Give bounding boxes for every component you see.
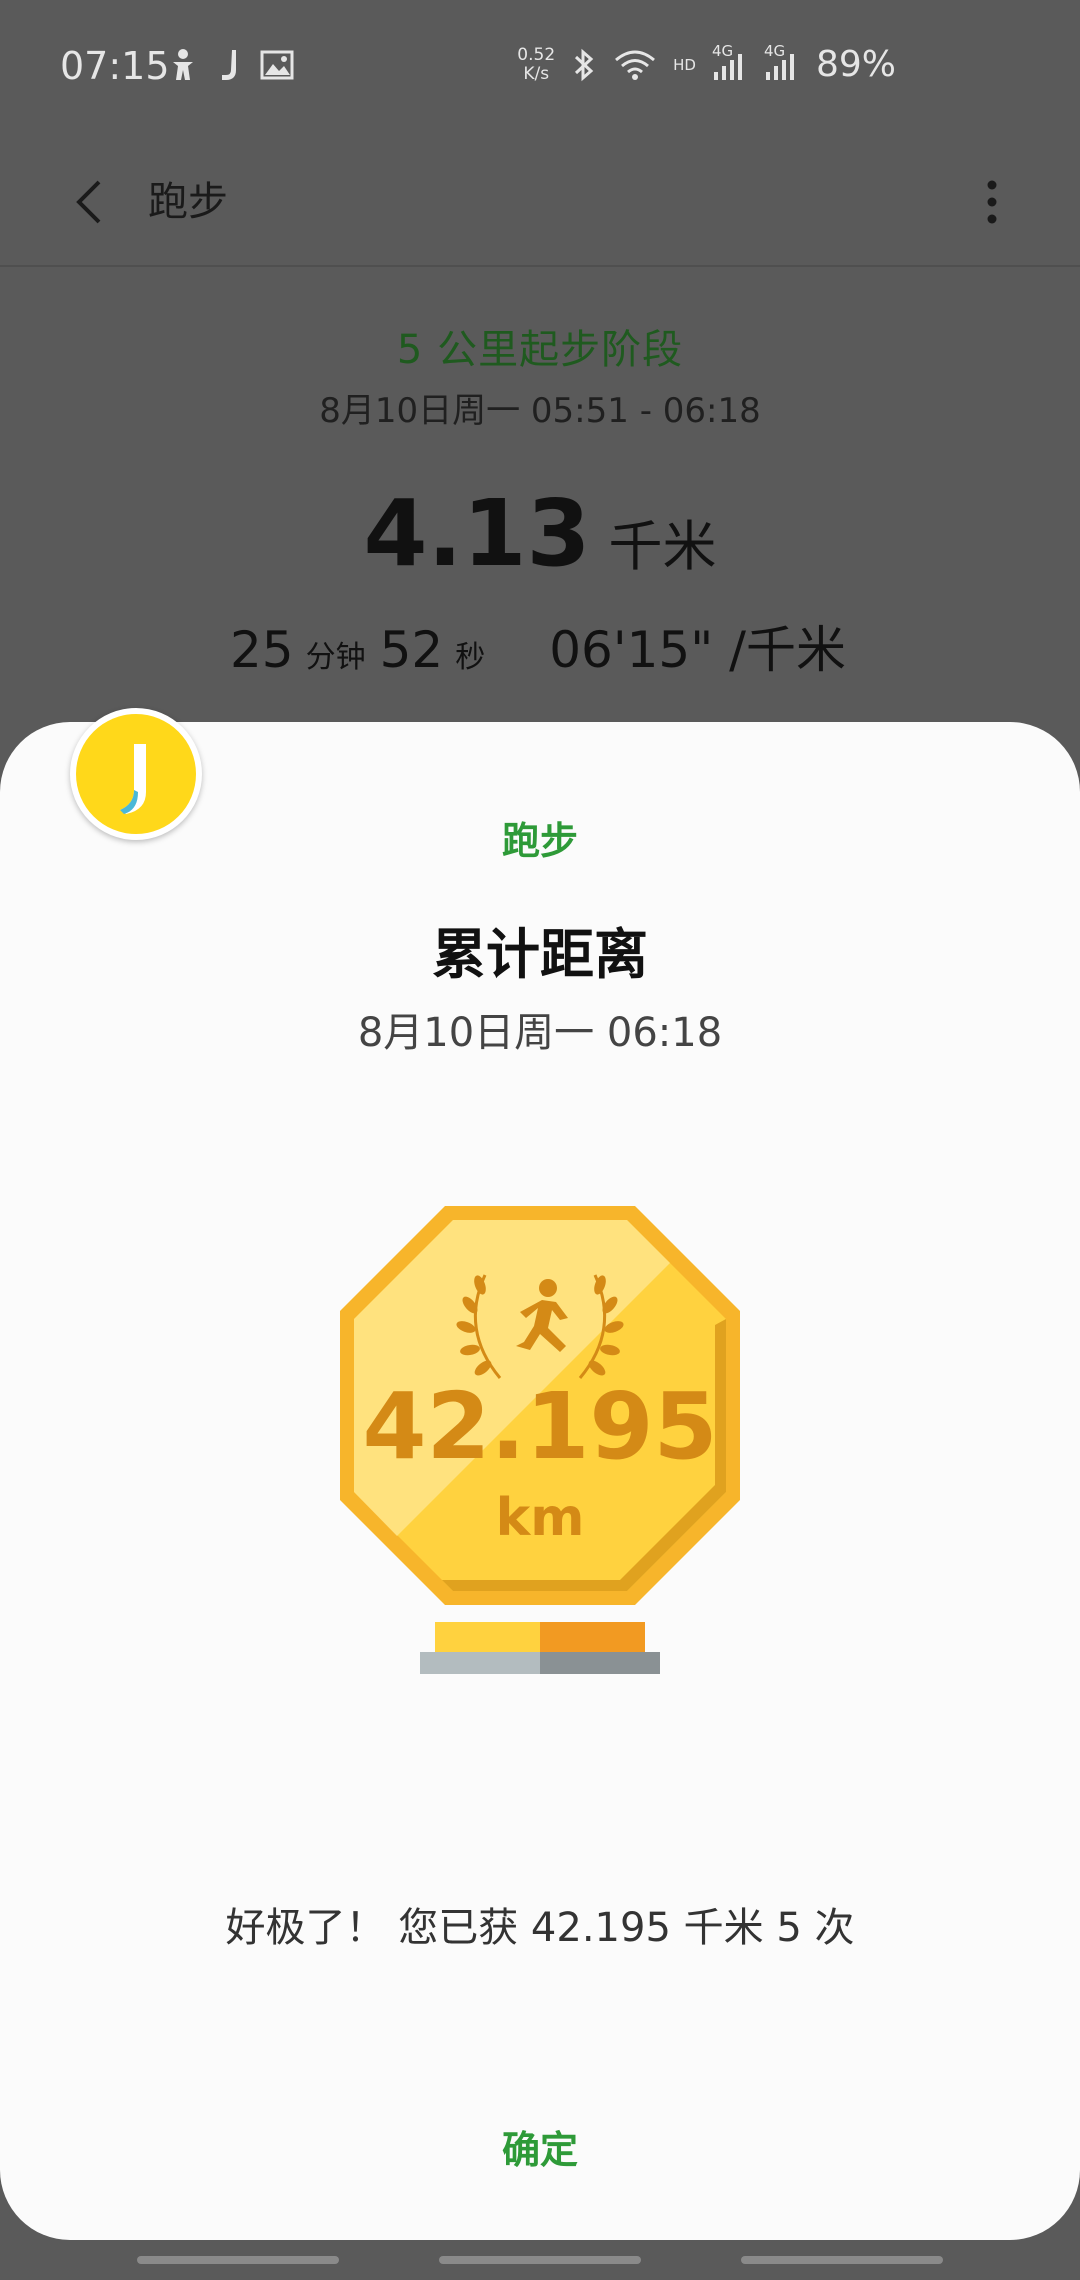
medal-value: 42.195	[362, 1373, 717, 1480]
nav-back-handle[interactable]	[741, 2256, 943, 2264]
distance-row: 4.13 千米	[0, 480, 1080, 587]
wifi-icon	[615, 50, 656, 80]
achievement-message: 好极了！ 您已获 42.195 千米 5 次	[225, 1905, 855, 1951]
nav-recents-handle[interactable]	[137, 2256, 339, 2264]
dialog-category: 跑步	[501, 819, 578, 863]
dialog-date: 8月10日周一 06:18	[357, 1010, 723, 1056]
distance-medal: 42.195 km	[320, 1200, 760, 1690]
net-speed-unit: K/s	[523, 63, 550, 84]
workout-time-range: 8月10日周一 05:51 - 06:18	[319, 391, 761, 431]
signal-bars-icon	[713, 53, 742, 80]
back-button[interactable]	[58, 162, 118, 242]
net-speed: 0.52 K/s	[517, 44, 556, 84]
duration-minutes: 25	[230, 621, 294, 679]
net-speed-value: 0.52	[517, 44, 556, 65]
confirm-button[interactable]: 确定	[390, 2110, 690, 2190]
duration-pace-row: 25 分钟 52 秒 06'15" /千米	[230, 610, 930, 682]
more-vertical-icon	[987, 180, 997, 224]
more-options-button[interactable]	[962, 162, 1022, 242]
duration-seconds: 52	[379, 621, 444, 679]
seconds-unit: 秒	[455, 640, 486, 675]
nav-home-handle[interactable]	[439, 2256, 641, 2264]
signal-1: 4G	[712, 42, 748, 82]
accessibility-icon	[173, 49, 193, 80]
status-right-group: 0.52 K/s HD 4G 4G 89%	[517, 42, 896, 86]
page-title: 跑步	[148, 179, 228, 225]
app-bar: 跑步	[0, 140, 1080, 267]
signal-bars-icon	[765, 53, 794, 80]
image-icon	[260, 50, 294, 80]
distance-value: 4.13	[363, 480, 591, 587]
medal-graphic: 42.195 km	[340, 1206, 740, 1674]
dialog-title: 累计距离	[432, 923, 648, 986]
stage-title: 5 公里起步阶段	[396, 327, 684, 373]
bluetooth-icon	[575, 48, 594, 81]
app-j-icon	[222, 50, 236, 80]
pace-value: 06'15" /千米	[549, 621, 846, 679]
distance-unit: 千米	[608, 515, 717, 578]
signal-2: 4G	[764, 42, 800, 82]
status-time: 07:15	[60, 44, 170, 88]
hd-label: HD	[673, 55, 696, 74]
battery-level: 89%	[815, 44, 896, 85]
minutes-unit: 分钟	[305, 640, 366, 675]
medal-unit: km	[496, 1488, 585, 1548]
status-left-icons	[168, 48, 294, 82]
chevron-left-icon	[76, 180, 101, 224]
screen: 07:15 0.52 K/s HD 4G 4G 89% 跑步 5 公里起步阶段 …	[0, 0, 1080, 2280]
navigation-bar	[0, 2240, 1080, 2280]
status-bar: 07:15 0.52 K/s HD 4G 4G 89%	[0, 0, 1080, 140]
